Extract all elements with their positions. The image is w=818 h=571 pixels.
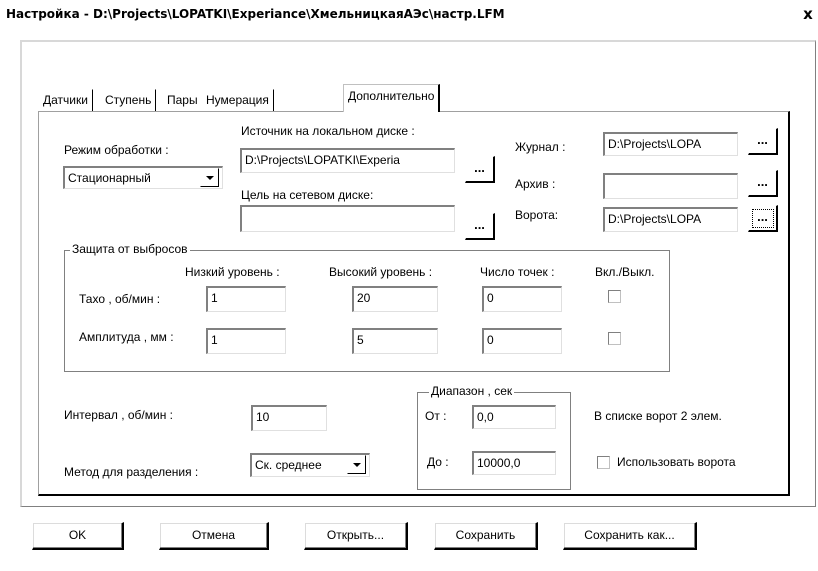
tacho-low-value: 1 bbox=[211, 291, 218, 305]
use-gates-label[interactable]: Использовать ворота bbox=[617, 455, 736, 469]
tab-numbering[interactable]: Нумерация bbox=[201, 89, 274, 111]
local-source-label: Источник на локальном диске : bbox=[241, 124, 415, 138]
amplitude-high-value: 5 bbox=[357, 333, 364, 347]
gates-value: D:\Projects\LOPA bbox=[608, 212, 702, 226]
header-low-level: Низкий уровень : bbox=[185, 265, 280, 279]
tacho-label: Тахо , об/мин : bbox=[79, 292, 161, 306]
header-enabled: Вкл./Выкл. bbox=[595, 265, 655, 279]
range-from-label: От : bbox=[425, 409, 447, 423]
save-as-button[interactable]: Сохранить как... bbox=[563, 522, 697, 550]
range-to-label: До : bbox=[427, 455, 449, 469]
tab-sensors[interactable]: Датчики bbox=[38, 89, 93, 111]
amplitude-points-value: 0 bbox=[487, 333, 494, 347]
amplitude-high-field[interactable]: 5 bbox=[352, 328, 438, 354]
browse-journal-button[interactable]: ... bbox=[748, 128, 778, 155]
title-bar: Настройка - D:\Projects\LOPATKI\Experian… bbox=[0, 0, 818, 30]
network-target-label: Цель на сетевом диске: bbox=[241, 188, 374, 202]
split-method-label: Метод для разделения : bbox=[64, 465, 199, 479]
split-method-value: Ск. среднее bbox=[255, 458, 322, 472]
open-button[interactable]: Открыть... bbox=[304, 522, 408, 550]
ok-button[interactable]: OK bbox=[32, 522, 124, 550]
processing-mode-select[interactable]: Стационарный bbox=[63, 166, 223, 189]
cancel-button[interactable]: Отмена bbox=[159, 522, 269, 550]
interval-field[interactable]: 10 bbox=[251, 405, 327, 431]
range-to-field[interactable]: 10000,0 bbox=[472, 451, 556, 475]
tacho-high-value: 20 bbox=[357, 291, 371, 305]
range-to-value: 10000,0 bbox=[477, 456, 521, 470]
journal-value: D:\Projects\LOPA bbox=[608, 137, 702, 151]
journal-label: Журнал : bbox=[515, 140, 566, 154]
browse-gates-button[interactable]: ... bbox=[748, 205, 778, 232]
tacho-high-field[interactable]: 20 bbox=[352, 286, 438, 312]
local-source-field[interactable]: D:\Projects\LOPATKI\Experia bbox=[240, 148, 455, 173]
browse-archive-button[interactable]: ... bbox=[748, 170, 778, 197]
local-source-value: D:\Projects\LOPATKI\Experia bbox=[245, 153, 400, 167]
outlier-protection-title: Защита от выбросов bbox=[70, 242, 190, 256]
archive-field[interactable] bbox=[603, 173, 738, 199]
interval-label: Интервал , об/мин : bbox=[64, 408, 174, 422]
save-button[interactable]: Сохранить bbox=[434, 522, 538, 550]
close-icon[interactable]: x bbox=[800, 4, 816, 24]
tacho-low-field[interactable]: 1 bbox=[206, 286, 286, 312]
gates-field[interactable]: D:\Projects\LOPA bbox=[603, 207, 738, 232]
journal-field[interactable]: D:\Projects\LOPA bbox=[603, 132, 738, 156]
tab-stage[interactable]: Ступень bbox=[100, 89, 157, 111]
tab-pairs[interactable]: Пары bbox=[162, 89, 203, 111]
header-high-level: Высокий уровень : bbox=[329, 265, 433, 279]
chevron-down-icon[interactable] bbox=[347, 455, 366, 474]
browse-network-button[interactable]: ... bbox=[465, 213, 495, 240]
tacho-points-value: 0 bbox=[487, 291, 494, 305]
network-target-field[interactable] bbox=[240, 205, 455, 232]
tab-additional[interactable]: Дополнительно bbox=[343, 84, 441, 112]
amplitude-enabled-checkbox[interactable] bbox=[608, 332, 621, 345]
tacho-points-field[interactable]: 0 bbox=[482, 286, 562, 312]
window-title: Настройка - D:\Projects\LOPATKI\Experian… bbox=[6, 7, 505, 21]
amplitude-label: Амплитуда , мм : bbox=[79, 330, 174, 344]
amplitude-low-field[interactable]: 1 bbox=[206, 328, 286, 354]
processing-mode-value: Стационарный bbox=[68, 171, 151, 185]
use-gates-checkbox[interactable] bbox=[597, 456, 610, 469]
range-from-value: 0,0 bbox=[477, 410, 494, 424]
gates-count-text: В списке ворот 2 элем. bbox=[594, 409, 722, 423]
chevron-down-icon[interactable] bbox=[200, 168, 219, 187]
interval-value: 10 bbox=[256, 410, 270, 424]
range-from-field[interactable]: 0,0 bbox=[472, 405, 556, 429]
amplitude-points-field[interactable]: 0 bbox=[482, 328, 562, 354]
archive-label: Архив : bbox=[515, 177, 556, 191]
amplitude-low-value: 1 bbox=[211, 333, 218, 347]
tacho-enabled-checkbox[interactable] bbox=[608, 290, 621, 303]
range-title: Диапазон , сек bbox=[429, 384, 515, 398]
browse-local-button[interactable]: ... bbox=[465, 156, 495, 183]
header-points-count: Число точек : bbox=[480, 265, 555, 279]
gates-label: Ворота: bbox=[515, 208, 559, 222]
processing-mode-label: Режим обработки : bbox=[64, 143, 169, 157]
